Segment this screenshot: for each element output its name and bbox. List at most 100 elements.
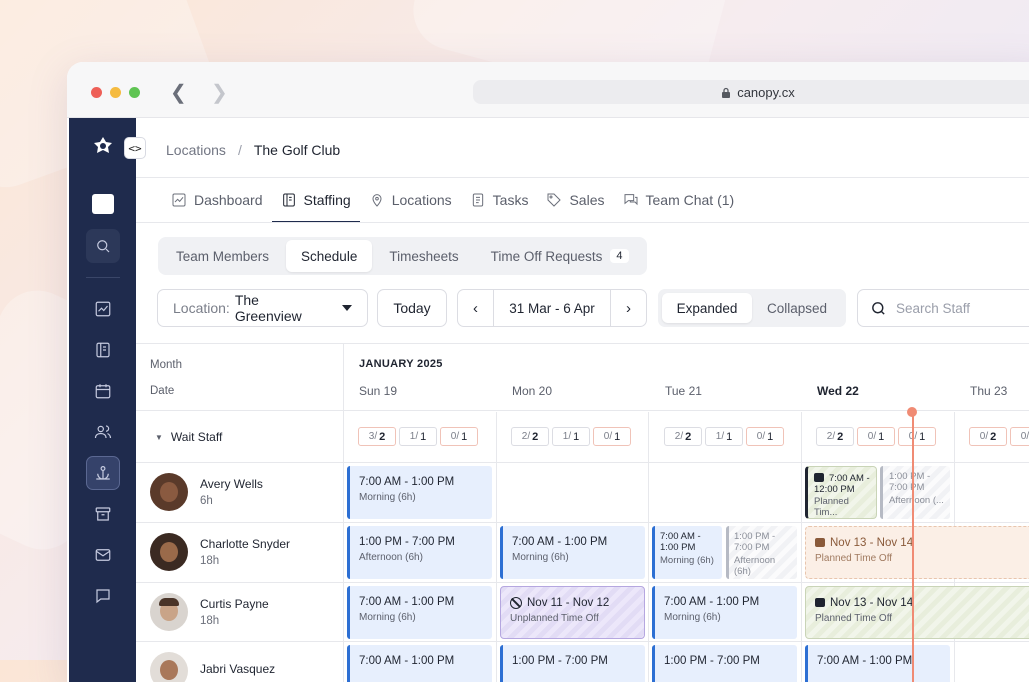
planned-time-off-card[interactable]: Nov 13 - Nov 14 Planned Time Off <box>805 586 1029 639</box>
avatar <box>150 473 188 511</box>
pending-shift-card[interactable]: 1:00 PM - 7:00 PM Afternoon (6h) <box>726 526 797 579</box>
breadcrumb: Locations / The Golf Club <box>166 142 340 158</box>
day-header-wed: Wed 22 <box>817 384 859 398</box>
subtab-team-members[interactable]: Team Members <box>161 240 284 272</box>
tasks-icon <box>472 193 483 207</box>
close-window-dot[interactable] <box>91 87 102 98</box>
planned-time-off-card[interactable]: 7:00 AM - 12:00 PM Planned Tim... <box>805 466 877 519</box>
staff-row-curtis-payne[interactable]: Curtis Payne 18h <box>150 593 269 631</box>
search-placeholder: Search Staff <box>896 300 971 316</box>
shift-card[interactable]: 7:00 AM - 1:00 PM Morning (6h) <box>500 526 645 579</box>
caret-down-icon: ▼ <box>155 432 163 442</box>
tab-sales[interactable]: Sales <box>537 178 613 222</box>
calendar-icon[interactable] <box>86 374 120 408</box>
day-header-sun: Sun 19 <box>359 384 398 398</box>
chart-icon <box>172 193 186 207</box>
staffing-icon[interactable] <box>86 333 120 367</box>
subtab-schedule[interactable]: Schedule <box>286 240 373 272</box>
search-icon <box>872 301 885 315</box>
view-toggle: Expanded Collapsed <box>658 289 846 327</box>
avatar <box>150 652 188 682</box>
count-badge: 0/1 <box>593 427 631 446</box>
breadcrumb-separator: / <box>237 142 242 158</box>
day-header-mon: Mon 20 <box>512 384 553 398</box>
tab-locations[interactable]: Locations <box>360 178 461 222</box>
back-arrow-icon[interactable]: ❮ <box>170 80 187 105</box>
group-toggle-wait-staff[interactable]: ▼ Wait Staff <box>155 430 222 444</box>
message-icon[interactable] <box>86 579 120 613</box>
breadcrumb-locations-link[interactable]: Locations <box>166 142 226 158</box>
collapse-sidebar-button[interactable]: <> <box>124 137 146 159</box>
maximize-window-dot[interactable] <box>129 87 140 98</box>
count-badge: 1/1 <box>399 427 437 446</box>
staff-row-jabri-vasquez[interactable]: Jabri Vasquez <box>150 652 275 682</box>
schedule-grid: Month Date JANUARY 2025 Sun 19 Mon 20 Tu… <box>136 343 1029 682</box>
staff-row-avery-wells[interactable]: Avery Wells 6h <box>150 473 263 511</box>
tab-team-chat[interactable]: Team Chat (1) <box>614 178 744 222</box>
collapsed-view-button[interactable]: Collapsed <box>752 301 842 316</box>
tab-staffing[interactable]: Staffing <box>271 178 360 223</box>
count-badge: 0/1 <box>1010 427 1029 446</box>
pending-shift-card[interactable]: 1:00 PM - 7:00 PM Afternoon (... <box>880 466 950 519</box>
staff-row-charlotte-snyder[interactable]: Charlotte Snyder 18h <box>150 533 290 571</box>
count-badge: 0/1 <box>857 427 895 446</box>
month-label: Month <box>150 359 182 371</box>
day-header-tue: Tue 21 <box>665 384 702 398</box>
tag-icon <box>547 193 562 207</box>
briefcase-icon <box>814 473 824 482</box>
browser-window: ❮ ❯ canopy.cx <> Locations / The Golf Cl… <box>67 62 1029 682</box>
location-select[interactable]: Location: The Greenview <box>157 289 368 327</box>
mail-icon[interactable] <box>86 538 120 572</box>
count-badge: 0/1 <box>746 427 784 446</box>
minimize-window-dot[interactable] <box>110 87 121 98</box>
tab-tasks[interactable]: Tasks <box>461 178 538 222</box>
archive-icon[interactable] <box>86 497 120 531</box>
count-badge: 2/2 <box>511 427 549 446</box>
search-icon[interactable] <box>86 229 120 263</box>
tab-dashboard[interactable]: Dashboard <box>162 178 272 222</box>
shift-card[interactable]: 7:00 AM - 1:00 PM <box>347 645 492 682</box>
app-logo[interactable] <box>86 130 120 164</box>
count-badge: 1/1 <box>552 427 590 446</box>
pin-icon <box>372 194 382 207</box>
chat-icon <box>624 194 637 206</box>
browser-titlebar: ❮ ❯ canopy.cx <box>67 62 1029 118</box>
shift-card[interactable]: 7:00 AM - 1:00 PM Morning (6h) <box>652 526 722 579</box>
date-range-navigator: ‹ 31 Mar - 6 Apr › <box>457 289 647 327</box>
users-icon[interactable] <box>86 415 120 449</box>
breadcrumb-current: The Golf Club <box>253 142 341 158</box>
staffing-icon <box>282 193 295 207</box>
briefcase-icon <box>815 538 825 547</box>
subtab-time-off-requests[interactable]: Time Off Requests 4 <box>476 240 644 272</box>
lock-icon <box>722 87 731 98</box>
location-logo[interactable] <box>86 187 120 221</box>
shift-card[interactable]: 7:00 AM - 1:00 PM Morning (6h) <box>347 586 492 639</box>
previous-week-button[interactable]: ‹ <box>458 290 494 326</box>
forward-arrow-icon[interactable]: ❯ <box>211 80 228 105</box>
unplanned-time-off-card[interactable]: Nov 11 - Nov 12 Unplanned Time Off <box>500 586 645 639</box>
shift-card[interactable]: 1:00 PM - 7:00 PM <box>652 645 797 682</box>
group-label: Wait Staff <box>170 430 223 444</box>
date-label: Date <box>150 385 175 397</box>
next-week-button[interactable]: › <box>610 290 646 326</box>
count-badge: 2/2 <box>664 427 702 446</box>
count-badge: 0/2 <box>969 427 1007 446</box>
briefcase-icon <box>815 598 825 607</box>
dashboard-icon[interactable] <box>86 292 120 326</box>
shift-card[interactable]: 7:00 AM - 1:00 PM <box>805 645 950 682</box>
shift-card[interactable]: 1:00 PM - 7:00 PM Afternoon (6h) <box>347 526 492 579</box>
shift-card[interactable]: 7:00 AM - 1:00 PM Morning (6h) <box>347 466 492 519</box>
current-time-line <box>912 412 914 682</box>
today-button[interactable]: Today <box>377 289 447 327</box>
count-badge: 0/1 <box>898 427 936 446</box>
count-badge: 3/2 <box>358 427 396 446</box>
shift-card[interactable]: 7:00 AM - 1:00 PM Morning (6h) <box>652 586 797 639</box>
planned-time-off-card[interactable]: Nov 13 - Nov 14 Planned Time Off <box>805 526 1029 579</box>
address-bar[interactable]: canopy.cx <box>473 80 1029 104</box>
shift-card[interactable]: 1:00 PM - 7:00 PM <box>500 645 645 682</box>
url-text: canopy.cx <box>737 84 795 100</box>
search-staff-field[interactable]: Search Staff <box>857 289 1029 327</box>
subtab-timesheets[interactable]: Timesheets <box>374 240 473 272</box>
expanded-view-button[interactable]: Expanded <box>662 293 752 323</box>
anchor-icon[interactable] <box>86 456 120 490</box>
